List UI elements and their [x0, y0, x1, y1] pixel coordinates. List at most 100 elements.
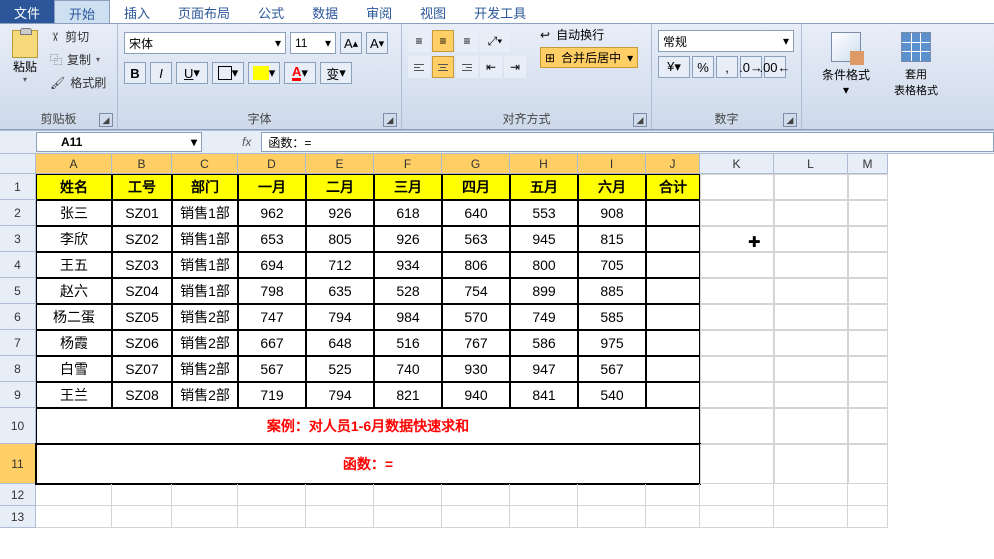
tab-dev[interactable]: 开发工具 [460, 0, 540, 23]
cell-12-M[interactable] [848, 484, 888, 506]
cell-13-E[interactable] [306, 506, 374, 528]
cell-13-G[interactable] [442, 506, 510, 528]
formula-bar[interactable]: 函数：= [261, 132, 994, 152]
clipboard-launcher[interactable]: ◢ [99, 113, 113, 127]
increase-font-button[interactable]: A▴ [340, 32, 362, 54]
col-header-E[interactable]: E [306, 154, 374, 174]
bold-button[interactable]: B [124, 62, 146, 84]
percent-button[interactable]: % [692, 56, 714, 78]
cell-2-D[interactable]: 962 [238, 200, 306, 226]
cell-8-B[interactable]: SZ07 [112, 356, 172, 382]
cell-5-K[interactable] [700, 278, 774, 304]
cell-9-H[interactable]: 841 [510, 382, 578, 408]
font-name-select[interactable]: 宋体▾ [124, 32, 286, 54]
cell-4-E[interactable]: 712 [306, 252, 374, 278]
align-left-button[interactable] [408, 56, 430, 78]
cell-13-C[interactable] [172, 506, 238, 528]
cell-13-L[interactable] [774, 506, 848, 528]
wrap-text-button[interactable]: ↩自动换行 [540, 26, 638, 43]
cell-6-K[interactable] [700, 304, 774, 330]
cell-6-J[interactable] [646, 304, 700, 330]
cell-5-A[interactable]: 赵六 [36, 278, 112, 304]
cell-13-M[interactable] [848, 506, 888, 528]
row-header-8[interactable]: 8 [0, 356, 36, 382]
cell-6-H[interactable]: 749 [510, 304, 578, 330]
row-header-10[interactable]: 10 [0, 408, 36, 444]
cut-button[interactable]: ✂剪切 [48, 26, 108, 47]
orientation-button[interactable]: ⤢▾ [480, 30, 510, 52]
decrease-font-button[interactable]: A▾ [366, 32, 388, 54]
cell-8-I[interactable]: 567 [578, 356, 646, 382]
cell-3-H[interactable]: 945 [510, 226, 578, 252]
cell-9-E[interactable]: 794 [306, 382, 374, 408]
cell-4-K[interactable] [700, 252, 774, 278]
fill-color-button[interactable]: ▾ [248, 62, 280, 84]
row-header-6[interactable]: 6 [0, 304, 36, 330]
cell-7-M[interactable] [848, 330, 888, 356]
row-header-3[interactable]: 3 [0, 226, 36, 252]
cell-12-H[interactable] [510, 484, 578, 506]
cell-1-B[interactable]: 工号 [112, 174, 172, 200]
col-header-A[interactable]: A [36, 154, 112, 174]
underline-button[interactable]: U ▾ [176, 62, 208, 84]
cell-2-K[interactable] [700, 200, 774, 226]
cell-4-D[interactable]: 694 [238, 252, 306, 278]
cell-7-J[interactable] [646, 330, 700, 356]
cell-4-C[interactable]: 销售1部 [172, 252, 238, 278]
cell-1-E[interactable]: 二月 [306, 174, 374, 200]
cell-3-I[interactable]: 815 [578, 226, 646, 252]
cell-1-A[interactable]: 姓名 [36, 174, 112, 200]
cell-12-J[interactable] [646, 484, 700, 506]
cell-13-B[interactable] [112, 506, 172, 528]
fx-icon[interactable]: fx [242, 135, 251, 149]
cell-7-E[interactable]: 648 [306, 330, 374, 356]
cell-5-B[interactable]: SZ04 [112, 278, 172, 304]
col-header-I[interactable]: I [578, 154, 646, 174]
format-painter-button[interactable]: 🖌格式刷 [48, 72, 108, 93]
increase-indent-button[interactable]: ⇥ [504, 56, 526, 78]
decrease-indent-button[interactable]: ⇤ [480, 56, 502, 78]
cell-2-I[interactable]: 908 [578, 200, 646, 226]
cell-3-G[interactable]: 563 [442, 226, 510, 252]
font-size-select[interactable]: 11▾ [290, 32, 336, 54]
cell-5-E[interactable]: 635 [306, 278, 374, 304]
cell-1-F[interactable]: 三月 [374, 174, 442, 200]
cell-10-L[interactable] [774, 408, 848, 444]
cell-1-G[interactable]: 四月 [442, 174, 510, 200]
cell-4-J[interactable] [646, 252, 700, 278]
cell-note1[interactable]: 案例：对人员1-6月数据快速求和 [36, 408, 700, 444]
cell-9-K[interactable] [700, 382, 774, 408]
cell-9-B[interactable]: SZ08 [112, 382, 172, 408]
name-box[interactable]: A11▾ [36, 132, 202, 152]
merge-center-button[interactable]: ⊞合并后居中▾ [540, 47, 638, 68]
cell-12-K[interactable] [700, 484, 774, 506]
cell-5-J[interactable] [646, 278, 700, 304]
cell-7-A[interactable]: 杨霞 [36, 330, 112, 356]
cell-12-F[interactable] [374, 484, 442, 506]
col-header-G[interactable]: G [442, 154, 510, 174]
cell-7-F[interactable]: 516 [374, 330, 442, 356]
cell-6-F[interactable]: 984 [374, 304, 442, 330]
cell-2-J[interactable] [646, 200, 700, 226]
cell-5-D[interactable]: 798 [238, 278, 306, 304]
cell-9-J[interactable] [646, 382, 700, 408]
cell-8-G[interactable]: 930 [442, 356, 510, 382]
cell-12-G[interactable] [442, 484, 510, 506]
cell-6-E[interactable]: 794 [306, 304, 374, 330]
tab-formula[interactable]: 公式 [244, 0, 298, 23]
cell-1-D[interactable]: 一月 [238, 174, 306, 200]
cell-1-J[interactable]: 合计 [646, 174, 700, 200]
cell-7-B[interactable]: SZ06 [112, 330, 172, 356]
cell-2-A[interactable]: 张三 [36, 200, 112, 226]
phonetic-button[interactable]: 变▾ [320, 62, 352, 84]
cell-note2[interactable]: 函数：= [36, 444, 700, 484]
decrease-decimal-button[interactable]: .00← [764, 56, 786, 78]
align-center-button[interactable] [432, 56, 454, 78]
cell-6-D[interactable]: 747 [238, 304, 306, 330]
cell-8-F[interactable]: 740 [374, 356, 442, 382]
cell-1-I[interactable]: 六月 [578, 174, 646, 200]
cell-4-L[interactable] [774, 252, 848, 278]
cell-8-E[interactable]: 525 [306, 356, 374, 382]
font-launcher[interactable]: ◢ [383, 113, 397, 127]
cell-12-A[interactable] [36, 484, 112, 506]
